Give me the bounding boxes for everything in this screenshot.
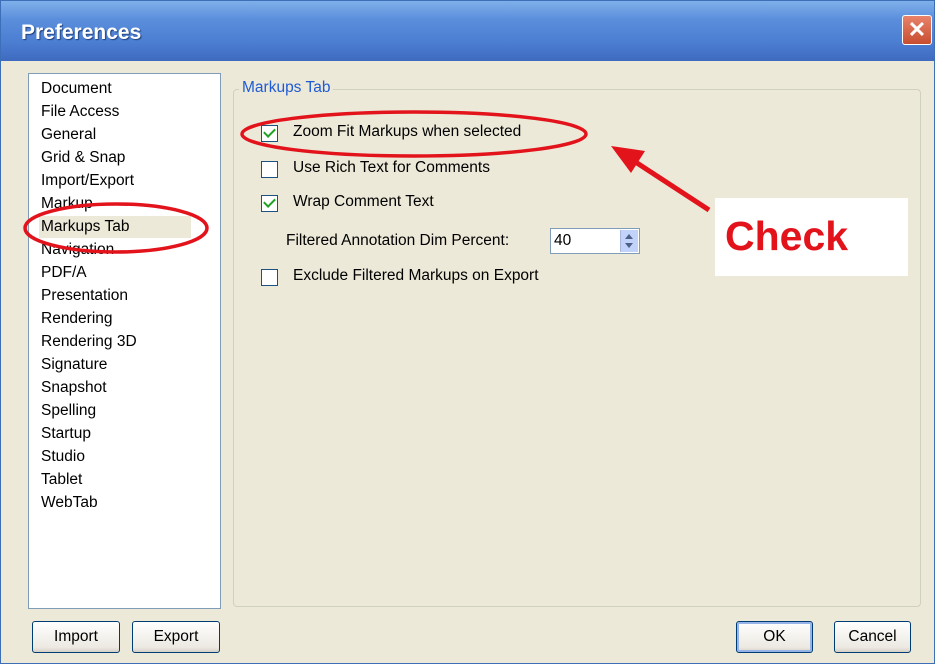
sidebar-item-grid-snap[interactable]: Grid & Snap (41, 147, 125, 169)
sidebar-item-markups-tab[interactable]: Markups Tab (39, 216, 191, 238)
category-list[interactable]: Document File Access General Grid & Snap… (28, 73, 221, 609)
sidebar-item-webtab[interactable]: WebTab (41, 492, 98, 514)
annotation-callout: Check (715, 198, 908, 276)
rich-text-label[interactable]: Use Rich Text for Comments (293, 159, 490, 177)
wrap-comment-checkbox[interactable] (261, 195, 278, 212)
zoom-fit-checkbox[interactable] (261, 125, 278, 142)
sidebar-item-spelling[interactable]: Spelling (41, 400, 96, 422)
sidebar-item-studio[interactable]: Studio (41, 446, 85, 468)
callout-text: Check (725, 213, 849, 259)
sidebar-item-markup[interactable]: Markup (41, 193, 93, 215)
dim-percent-label: Filtered Annotation Dim Percent: (286, 232, 510, 249)
dim-percent-spinner[interactable]: 40 (550, 228, 640, 254)
group-title: Markups Tab (239, 79, 334, 97)
sidebar-item-file-access[interactable]: File Access (41, 101, 119, 123)
spinner-buttons[interactable] (620, 230, 638, 252)
sidebar-item-import-export[interactable]: Import/Export (41, 170, 134, 192)
close-icon: ✕ (907, 17, 927, 42)
close-button[interactable]: ✕ (902, 15, 932, 45)
sidebar-item-navigation[interactable]: Navigation (41, 239, 114, 261)
export-button[interactable]: Export (132, 621, 220, 653)
sidebar-item-rendering-3d[interactable]: Rendering 3D (41, 331, 137, 353)
window-title: Preferences (21, 21, 142, 44)
sidebar-item-startup[interactable]: Startup (41, 423, 91, 445)
cancel-button[interactable]: Cancel (834, 621, 911, 653)
sidebar-item-tablet[interactable]: Tablet (41, 469, 82, 491)
import-button[interactable]: Import (32, 621, 120, 653)
preferences-dialog: Preferences ✕ Document File Access Gener… (0, 0, 935, 664)
exclude-filtered-label[interactable]: Exclude Filtered Markups on Export (293, 267, 539, 285)
spin-down-icon[interactable] (625, 243, 633, 248)
title-bar[interactable]: Preferences ✕ (1, 1, 934, 61)
rich-text-checkbox[interactable] (261, 161, 278, 178)
wrap-comment-label[interactable]: Wrap Comment Text (293, 193, 434, 211)
dim-percent-value[interactable]: 40 (554, 232, 571, 250)
sidebar-item-document[interactable]: Document (41, 78, 112, 100)
spin-up-icon[interactable] (625, 234, 633, 239)
ok-button[interactable]: OK (736, 621, 813, 653)
sidebar-item-general[interactable]: General (41, 124, 96, 146)
sidebar-item-rendering[interactable]: Rendering (41, 308, 113, 330)
sidebar-item-snapshot[interactable]: Snapshot (41, 377, 107, 399)
sidebar-item-presentation[interactable]: Presentation (41, 285, 128, 307)
sidebar-item-signature[interactable]: Signature (41, 354, 107, 376)
zoom-fit-label[interactable]: Zoom Fit Markups when selected (293, 123, 521, 141)
exclude-filtered-checkbox[interactable] (261, 269, 278, 286)
sidebar-item-pdfa[interactable]: PDF/A (41, 262, 87, 284)
